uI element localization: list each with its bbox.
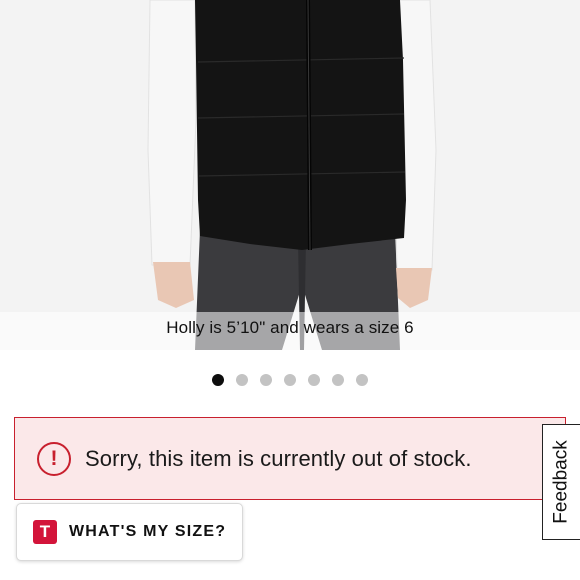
out-of-stock-message: Sorry, this item is currently out of sto… (85, 445, 472, 471)
carousel-dot-7[interactable] (356, 374, 368, 386)
carousel-dot-5[interactable] (308, 374, 320, 386)
feedback-tab[interactable]: Feedback (542, 424, 580, 540)
carousel-dot-4[interactable] (284, 374, 296, 386)
carousel-dot-6[interactable] (332, 374, 344, 386)
whats-my-size-button[interactable]: T WHAT'S MY SIZE? (16, 503, 243, 561)
carousel-dot-3[interactable] (260, 374, 272, 386)
whats-my-size-label: WHAT'S MY SIZE? (69, 523, 227, 540)
model-size-caption: Holly is 5’10" and wears a size 6 (166, 318, 414, 337)
carousel-dot-2[interactable] (236, 374, 248, 386)
carousel-dot-1[interactable] (212, 374, 224, 386)
out-of-stock-banner: ! Sorry, this item is currently out of s… (14, 417, 566, 500)
alert-circle-icon: ! (37, 441, 71, 476)
true-fit-logo-icon: T (33, 520, 57, 544)
product-photo (0, 0, 580, 350)
image-carousel-dots (0, 374, 580, 386)
product-image[interactable] (0, 0, 580, 350)
feedback-label: Feedback (550, 440, 572, 524)
